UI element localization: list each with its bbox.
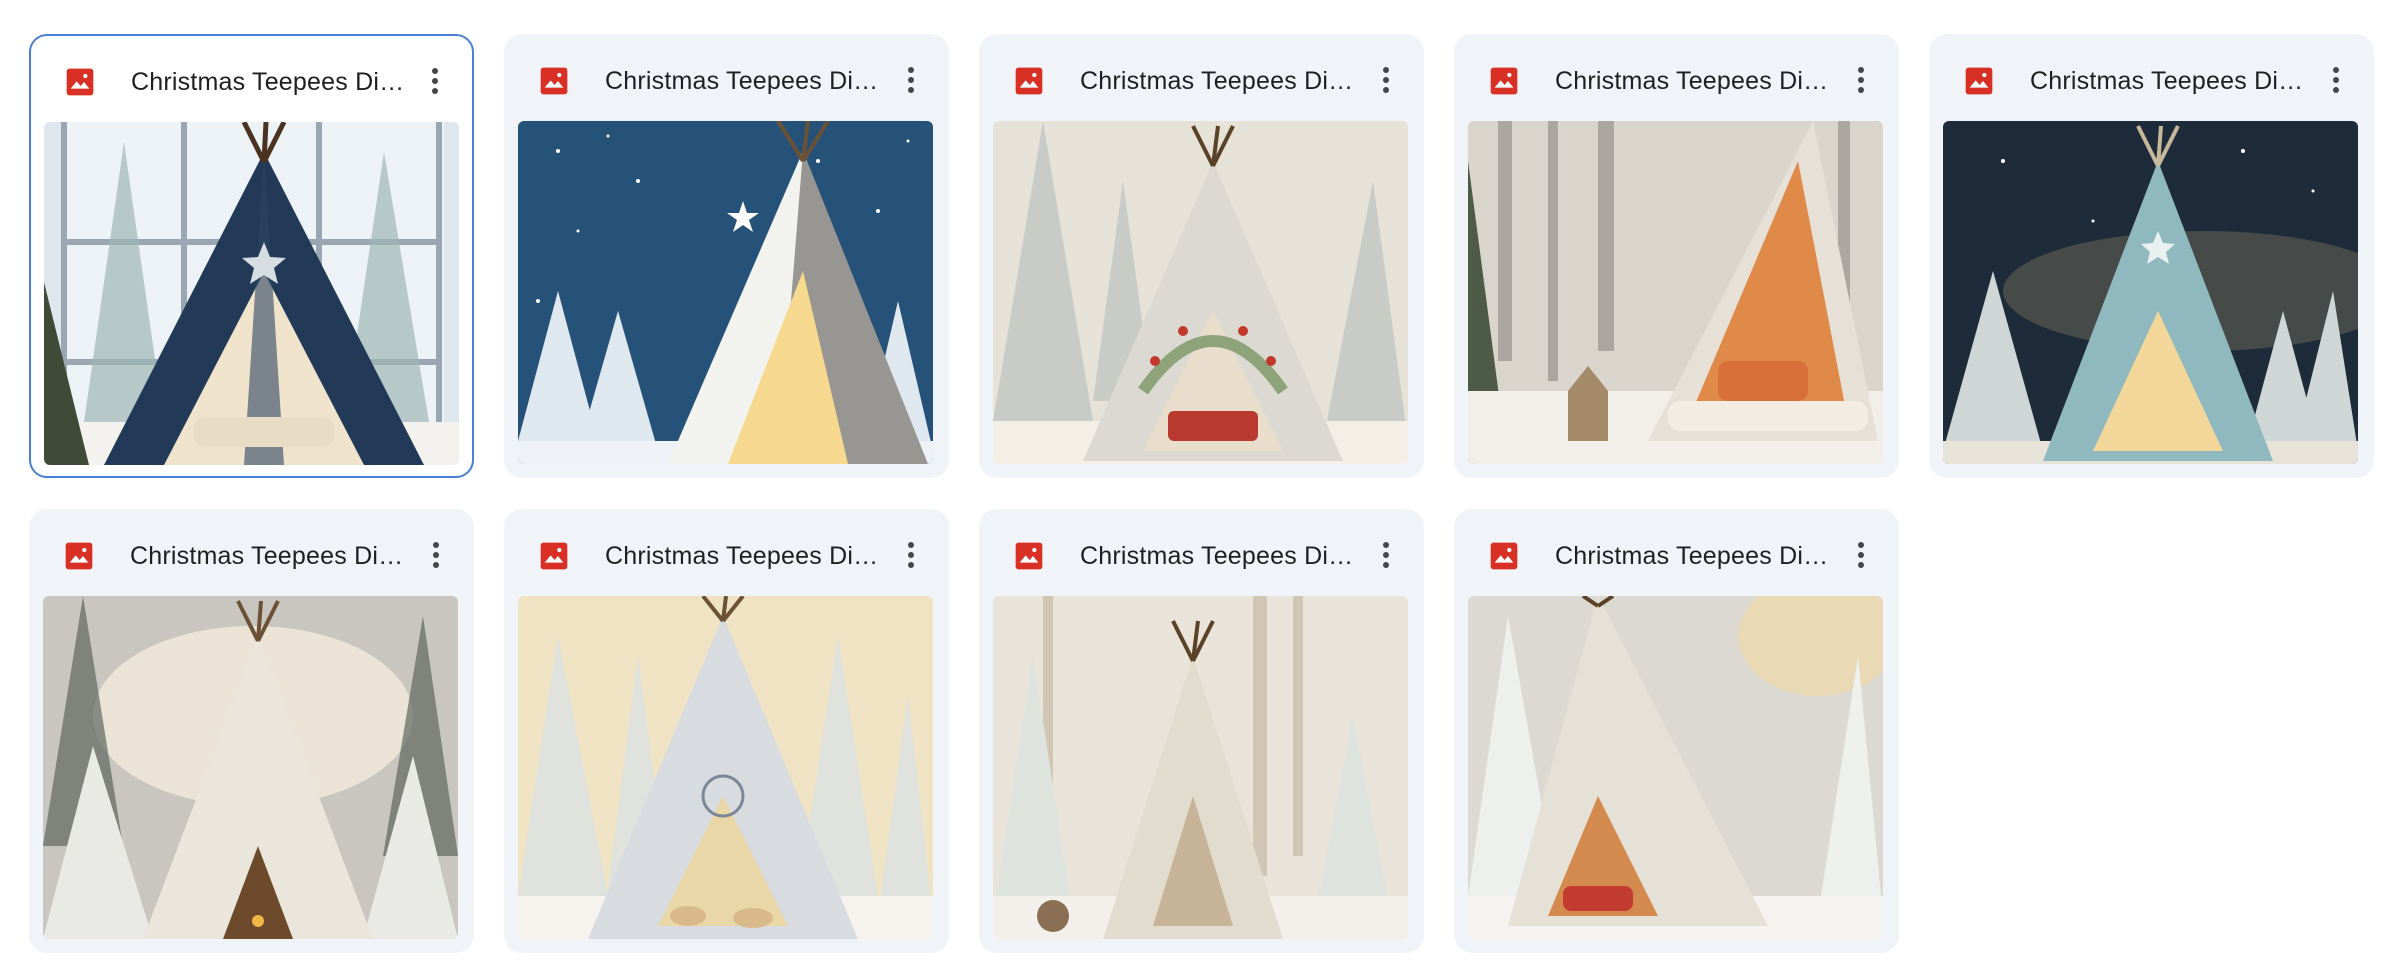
image-thumbnail[interactable] bbox=[518, 596, 933, 939]
more-options-button[interactable] bbox=[1840, 534, 1882, 576]
card-header: Christmas Teepees Digital Backdrops 05.j… bbox=[1930, 35, 2373, 121]
image-thumbnail[interactable] bbox=[993, 596, 1408, 939]
more-vert-icon bbox=[2333, 67, 2339, 93]
card-header: Christmas Teepees Digital Backdrops 09.j… bbox=[1455, 510, 1898, 596]
file-title: Christmas Teepees Digital Backdrops 08.j… bbox=[1080, 542, 1365, 570]
file-title: Christmas Teepees Digital Backdrops 02.j… bbox=[605, 67, 890, 95]
card-header: Christmas Teepees Digital Backdrops 03.j… bbox=[980, 35, 1423, 121]
file-card[interactable]: Christmas Teepees Digital Backdrops 05.j… bbox=[1929, 34, 2374, 478]
more-vert-icon bbox=[432, 68, 438, 94]
file-title: Christmas Teepees Digital Backdrops 01.j… bbox=[131, 68, 416, 96]
file-card[interactable]: Christmas Teepees Digital Backdrops 06.j… bbox=[29, 509, 474, 953]
image-thumbnail[interactable] bbox=[1468, 596, 1883, 939]
more-options-button[interactable] bbox=[415, 534, 457, 576]
image-thumbnail[interactable] bbox=[993, 121, 1408, 464]
image-file-icon bbox=[65, 542, 93, 570]
more-vert-icon bbox=[1383, 67, 1389, 93]
image-file-icon bbox=[540, 542, 568, 570]
more-vert-icon bbox=[1383, 542, 1389, 568]
more-options-button[interactable] bbox=[1365, 534, 1407, 576]
image-thumbnail[interactable] bbox=[44, 122, 459, 465]
image-file-icon bbox=[1490, 67, 1518, 95]
image-file-icon bbox=[1965, 67, 1993, 95]
image-file-icon bbox=[1015, 67, 1043, 95]
file-card[interactable]: Christmas Teepees Digital Backdrops 01.j… bbox=[29, 34, 474, 478]
image-file-icon bbox=[66, 68, 94, 96]
image-thumbnail[interactable] bbox=[1468, 121, 1883, 464]
more-vert-icon bbox=[908, 67, 914, 93]
file-card[interactable]: Christmas Teepees Digital Backdrops 04.j… bbox=[1454, 34, 1899, 478]
more-options-button[interactable] bbox=[890, 59, 932, 101]
file-title: Christmas Teepees Digital Backdrops 05.j… bbox=[2030, 67, 2315, 95]
card-header: Christmas Teepees Digital Backdrops 01.j… bbox=[31, 36, 472, 122]
more-options-button[interactable] bbox=[2315, 59, 2357, 101]
more-vert-icon bbox=[908, 542, 914, 568]
file-title: Christmas Teepees Digital Backdrops 06.j… bbox=[130, 542, 415, 570]
file-card[interactable]: Christmas Teepees Digital Backdrops 03.j… bbox=[979, 34, 1424, 478]
file-card[interactable]: Christmas Teepees Digital Backdrops 07.j… bbox=[504, 509, 949, 953]
file-card[interactable]: Christmas Teepees Digital Backdrops 08.j… bbox=[979, 509, 1424, 953]
more-vert-icon bbox=[1858, 542, 1864, 568]
card-header: Christmas Teepees Digital Backdrops 02.j… bbox=[505, 35, 948, 121]
image-thumbnail[interactable] bbox=[43, 596, 458, 939]
more-vert-icon bbox=[433, 542, 439, 568]
image-thumbnail[interactable] bbox=[1943, 121, 2358, 464]
image-file-icon bbox=[1015, 542, 1043, 570]
image-file-icon bbox=[1490, 542, 1518, 570]
file-title: Christmas Teepees Digital Backdrops 09.j… bbox=[1555, 542, 1840, 570]
file-grid: Christmas Teepees Digital Backdrops 01.j… bbox=[0, 0, 2394, 962]
file-title: Christmas Teepees Digital Backdrops 07.j… bbox=[605, 542, 890, 570]
file-title: Christmas Teepees Digital Backdrops 03.j… bbox=[1080, 67, 1365, 95]
file-card[interactable]: Christmas Teepees Digital Backdrops 02.j… bbox=[504, 34, 949, 478]
card-header: Christmas Teepees Digital Backdrops 04.j… bbox=[1455, 35, 1898, 121]
more-options-button[interactable] bbox=[890, 534, 932, 576]
card-header: Christmas Teepees Digital Backdrops 08.j… bbox=[980, 510, 1423, 596]
file-card[interactable]: Christmas Teepees Digital Backdrops 09.j… bbox=[1454, 509, 1899, 953]
more-vert-icon bbox=[1858, 67, 1864, 93]
image-file-icon bbox=[540, 67, 568, 95]
more-options-button[interactable] bbox=[414, 60, 456, 102]
more-options-button[interactable] bbox=[1840, 59, 1882, 101]
more-options-button[interactable] bbox=[1365, 59, 1407, 101]
image-thumbnail[interactable] bbox=[518, 121, 933, 464]
card-header: Christmas Teepees Digital Backdrops 06.j… bbox=[30, 510, 473, 596]
card-header: Christmas Teepees Digital Backdrops 07.j… bbox=[505, 510, 948, 596]
file-title: Christmas Teepees Digital Backdrops 04.j… bbox=[1555, 67, 1840, 95]
